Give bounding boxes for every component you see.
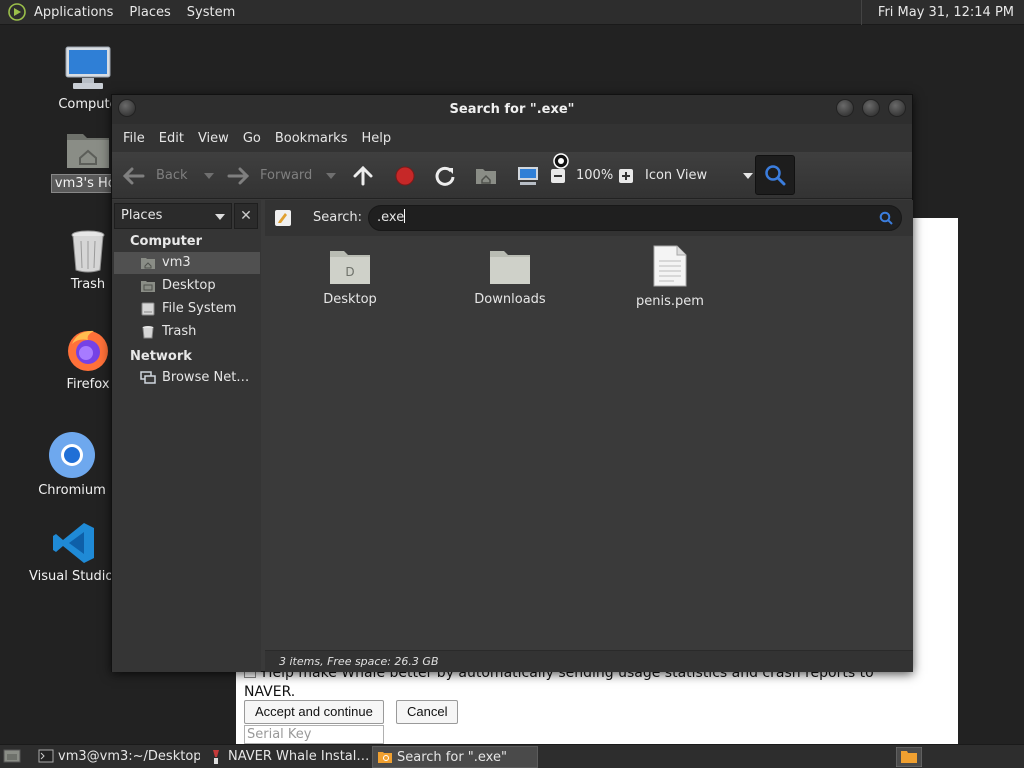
desktop-folder-icon [141, 281, 155, 292]
view-mode-select[interactable]: Icon View [645, 152, 754, 199]
installer-icon [213, 750, 219, 764]
search-input[interactable]: .exe [368, 205, 902, 231]
applications-menu[interactable]: Applications [26, 0, 121, 25]
desktop-icon-vscode[interactable]: Visual Studio Co [26, 520, 135, 585]
sidebar-item-browse-network[interactable]: Browse Net… [114, 367, 260, 389]
firefox-icon [68, 330, 108, 371]
reload-icon [435, 166, 455, 186]
search-bar: Search: .exe [265, 200, 913, 236]
file-item-desktop[interactable]: D Desktop [295, 246, 405, 307]
status-bar: 3 items, Free space: 26.3 GB [265, 650, 913, 672]
text-cursor [404, 209, 406, 223]
sidebar-item-trash[interactable]: Trash [114, 321, 260, 343]
back-button[interactable]: Back [122, 152, 214, 199]
task-whale-installer[interactable]: NAVER Whale Instal… [204, 746, 370, 768]
search-label: Search: [313, 210, 363, 225]
computer-button[interactable] [516, 152, 540, 199]
bottom-taskbar: vm3@vm3:~/Desktop NAVER Whale Instal… Se… [0, 744, 1024, 768]
file-item-downloads[interactable]: Downloads [455, 246, 565, 307]
zoom-in-button[interactable] [618, 152, 634, 199]
toolbar: Back Forward 100% Icon View [112, 152, 912, 199]
folder-icon [490, 251, 530, 284]
file-manager-window: Search for ".exe" File Edit View Go Book… [111, 94, 913, 672]
sidebar-mode-select[interactable]: Places [114, 203, 232, 229]
network-icon [140, 371, 156, 384]
places-menu[interactable]: Places [121, 0, 178, 25]
forward-arrow-icon [227, 167, 250, 184]
sidebar-item-vm3[interactable]: vm3 [114, 252, 260, 274]
svg-text:D: D [345, 265, 354, 279]
places-sidebar: Places ✕ Computer vm3 Desktop File Syste… [112, 200, 261, 672]
computer-icon [518, 166, 538, 185]
chromium-icon [49, 432, 95, 478]
folder-search-icon [378, 752, 392, 763]
accept-and-continue-button[interactable]: Accept and continue [244, 700, 384, 724]
sidebar-item-file-system[interactable]: File System [114, 298, 260, 320]
zoom-level[interactable]: 100% [576, 152, 613, 199]
edit-location-icon[interactable] [273, 208, 293, 228]
maximize-button[interactable] [862, 99, 880, 117]
file-icon-view[interactable]: D Desktop Downloads penis.pem [265, 236, 913, 650]
vscode-icon [53, 523, 94, 563]
menu-view[interactable]: View [191, 131, 236, 146]
trash-icon [142, 326, 154, 339]
close-button[interactable] [888, 99, 906, 117]
search-toggle-button[interactable] [755, 155, 795, 195]
home-button[interactable] [474, 152, 498, 199]
sidebar-close-button[interactable]: ✕ [234, 203, 258, 229]
sidebar-item-desktop[interactable]: Desktop [114, 275, 260, 297]
up-arrow-icon [353, 165, 373, 185]
chevron-down-icon [215, 214, 225, 220]
home-folder-icon [67, 134, 109, 168]
up-button[interactable] [352, 152, 374, 199]
back-arrow-icon [122, 167, 145, 184]
back-history-chevron-icon[interactable] [203, 172, 214, 179]
desktop-folder-icon: D [330, 251, 370, 284]
window-titlebar[interactable]: Search for ".exe" [112, 95, 912, 124]
drive-icon [141, 302, 155, 316]
system-menu[interactable]: System [179, 0, 243, 25]
desktop-icon-chromium[interactable]: Chromium [24, 430, 120, 499]
minimize-button[interactable] [836, 99, 854, 117]
computer-icon [65, 46, 111, 89]
forward-button[interactable]: Forward [226, 152, 337, 199]
stop-icon [395, 166, 415, 185]
menu-bookmarks[interactable]: Bookmarks [268, 131, 355, 146]
terminal-icon [38, 749, 54, 763]
menu-edit[interactable]: Edit [152, 131, 191, 146]
zoom-in-icon [619, 168, 633, 183]
chevron-down-icon [743, 172, 754, 179]
home-folder-icon [141, 258, 155, 269]
top-panel: Applications Places System Fri May 31, 1… [0, 0, 1024, 25]
task-file-search[interactable]: Search for ".exe" [372, 746, 538, 768]
search-icon [765, 165, 786, 186]
trash-icon [71, 230, 105, 273]
tray-folder-icon[interactable] [896, 747, 922, 767]
sidebar-heading-network: Network [130, 349, 192, 364]
menu-go[interactable]: Go [236, 131, 268, 146]
sidebar-heading-computer: Computer [130, 234, 203, 249]
file-item-pem[interactable]: penis.pem [615, 244, 725, 309]
menu-help[interactable]: Help [354, 131, 398, 146]
panel-clock[interactable]: Fri May 31, 12:14 PM [860, 0, 1024, 25]
document-icon [653, 245, 687, 287]
home-folder-icon [476, 168, 496, 184]
menu-file[interactable]: File [116, 131, 152, 146]
distro-logo-icon[interactable] [8, 3, 26, 21]
window-title: Search for ".exe" [449, 102, 575, 117]
show-desktop-icon[interactable] [3, 748, 21, 764]
window-menu-button[interactable] [118, 99, 136, 117]
serial-key-input[interactable]: Serial Key [244, 725, 384, 744]
reload-button[interactable] [434, 152, 456, 199]
menubar: File Edit View Go Bookmarks Help [112, 124, 912, 152]
usage-stats-text-line2: NAVER. [244, 684, 296, 700]
busy-cursor-icon [553, 153, 569, 169]
stop-button[interactable] [394, 152, 416, 199]
cancel-button[interactable]: Cancel [396, 700, 459, 724]
task-terminal[interactable]: vm3@vm3:~/Desktop [34, 746, 200, 768]
search-icon[interactable] [879, 211, 893, 225]
forward-history-chevron-icon[interactable] [326, 172, 337, 179]
